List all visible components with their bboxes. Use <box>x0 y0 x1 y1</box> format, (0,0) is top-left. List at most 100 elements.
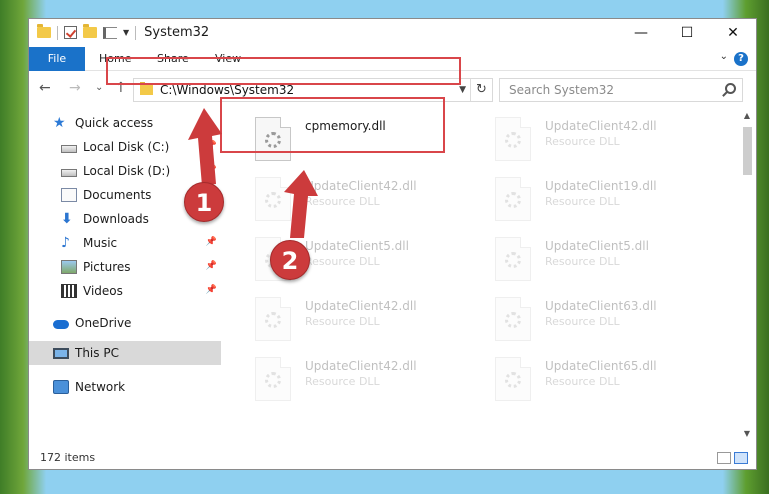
sidebar-item-label: Pictures <box>83 260 131 274</box>
address-path[interactable]: C:\Windows\System32 <box>160 83 294 97</box>
refresh-icon[interactable]: ↻ <box>470 79 492 101</box>
separator <box>135 25 137 40</box>
file-type: Resource DLL <box>305 375 380 388</box>
folder-icon <box>37 24 51 38</box>
file-name: UpdateClient42.dll <box>305 179 417 193</box>
sidebar-item-onedrive[interactable]: OneDrive <box>29 311 221 335</box>
dll-file-icon <box>255 177 291 221</box>
file-type: Resource DLL <box>545 195 620 208</box>
file-type: Resource DLL <box>545 315 620 328</box>
dll-file-icon <box>495 177 531 221</box>
file-type: Resource DLL <box>305 255 380 268</box>
scroll-thumb[interactable] <box>743 127 752 175</box>
help-icon[interactable]: ? <box>734 52 748 66</box>
scroll-down-icon[interactable]: ▼ <box>740 429 754 441</box>
sidebar-item-network[interactable]: Network <box>29 375 221 399</box>
pin-icon[interactable]: 📌 <box>206 237 217 247</box>
dll-file-icon <box>255 357 291 401</box>
sidebar-item-videos[interactable]: Videos 📌 <box>29 279 221 303</box>
view-switcher <box>717 452 748 464</box>
gear-icon <box>265 312 281 328</box>
sidebar-item-label: Downloads <box>83 212 149 226</box>
file-highlight-box <box>220 97 445 153</box>
item-count: 172 items <box>40 451 96 464</box>
file-item[interactable]: UpdateClient42.dll Resource DLL <box>249 173 479 225</box>
download-icon: ⬇ <box>61 211 73 227</box>
pin-icon[interactable]: 📌 <box>206 165 217 175</box>
recent-locations-button[interactable]: ⌄ <box>95 82 103 93</box>
sidebar-item-label: Quick access <box>75 116 154 130</box>
separator <box>57 25 58 40</box>
sidebar-item-label: Music <box>83 236 118 250</box>
dll-file-icon <box>495 237 531 281</box>
close-button[interactable]: ✕ <box>710 19 756 47</box>
expand-ribbon-icon[interactable]: ⌄ <box>720 51 728 62</box>
window-controls: — ☐ ✕ <box>618 19 756 47</box>
pin-icon[interactable]: 📌 <box>206 141 217 151</box>
callout-1: 1 <box>184 182 224 222</box>
back-button[interactable]: ← <box>39 80 51 96</box>
sidebar-item-label: Documents <box>83 188 152 202</box>
details-view-icon[interactable] <box>717 452 731 464</box>
sidebar-item-label: Local Disk (C:) <box>83 140 170 154</box>
sidebar-item-this-pc[interactable]: This PC <box>29 341 221 365</box>
file-name: UpdateClient5.dll <box>545 239 649 253</box>
forward-button[interactable]: → <box>69 80 81 96</box>
file-name: UpdateClient65.dll <box>545 359 657 373</box>
gear-icon <box>265 192 281 208</box>
sidebar-item-local-disk-d[interactable]: Local Disk (D:) 📌 <box>29 159 221 183</box>
sidebar-item-label: Local Disk (D:) <box>83 164 171 178</box>
minimize-button[interactable]: — <box>618 19 664 47</box>
search-icon[interactable] <box>725 83 736 94</box>
new-folder-icon[interactable] <box>83 24 97 38</box>
file-type: Resource DLL <box>545 255 620 268</box>
sidebar-item-pictures[interactable]: Pictures 📌 <box>29 255 221 279</box>
search-input[interactable]: Search System32 <box>509 83 614 97</box>
quick-access-toolbar: ▼ System32 <box>37 24 210 40</box>
videos-icon <box>61 284 77 298</box>
search-box[interactable]: Search System32 <box>499 78 743 102</box>
gear-icon <box>505 312 521 328</box>
window-title: System32 <box>144 25 210 40</box>
file-name: UpdateClient19.dll <box>545 179 657 193</box>
file-item[interactable]: UpdateClient42.dll Resource DLL <box>249 293 479 345</box>
file-item[interactable]: UpdateClient42.dll Resource DLL <box>249 353 479 405</box>
gear-icon <box>265 372 281 388</box>
dll-file-icon <box>495 117 531 161</box>
properties-check-icon[interactable] <box>64 26 77 39</box>
customize-toolbar-icon[interactable]: ▼ <box>123 28 129 37</box>
documents-icon <box>61 188 77 202</box>
sidebar-item-quick-access[interactable]: ★ Quick access <box>29 111 221 135</box>
file-item[interactable]: UpdateClient5.dll Resource DLL <box>489 233 719 285</box>
sidebar-item-local-disk-c[interactable]: Local Disk (C:) 📌 <box>29 135 221 159</box>
explorer-window: ▼ System32 — ☐ ✕ File Home Share View ⌄ … <box>28 18 757 470</box>
tiles-view-icon[interactable] <box>734 452 748 464</box>
pin-icon[interactable]: 📌 <box>206 285 217 295</box>
properties-icon[interactable] <box>103 26 117 39</box>
file-type: Resource DLL <box>305 315 380 328</box>
file-name: UpdateClient42.dll <box>305 299 417 313</box>
address-highlight-box <box>106 57 461 85</box>
file-item[interactable]: UpdateClient42.dll Resource DLL <box>489 113 719 165</box>
vertical-scrollbar[interactable]: ▲ ▼ <box>740 111 754 441</box>
sidebar-item-label: This PC <box>75 346 119 360</box>
tab-file[interactable]: File <box>29 47 85 71</box>
scroll-up-icon[interactable]: ▲ <box>740 111 754 123</box>
sidebar-item-label: OneDrive <box>75 316 132 330</box>
address-dropdown-icon[interactable]: ▼ <box>459 85 466 95</box>
navigation-pane: ★ Quick access Local Disk (C:) 📌 Local D… <box>29 107 221 439</box>
pin-icon[interactable]: 📌 <box>206 261 217 271</box>
callout-2: 2 <box>270 240 310 280</box>
file-item[interactable]: UpdateClient65.dll Resource DLL <box>489 353 719 405</box>
title-bar: ▼ System32 — ☐ ✕ <box>29 19 756 47</box>
file-item[interactable]: UpdateClient63.dll Resource DLL <box>489 293 719 345</box>
file-type: Resource DLL <box>305 195 380 208</box>
music-icon: ♪ <box>61 235 70 251</box>
file-item[interactable]: UpdateClient19.dll Resource DLL <box>489 173 719 225</box>
sidebar-item-music[interactable]: ♪ Music 📌 <box>29 231 221 255</box>
gear-icon <box>505 132 521 148</box>
maximize-button[interactable]: ☐ <box>664 19 710 47</box>
file-name: UpdateClient42.dll <box>545 119 657 133</box>
file-name: UpdateClient63.dll <box>545 299 657 313</box>
file-list: cpmemory.dll UpdateClient42.dll Resource… <box>239 107 739 439</box>
